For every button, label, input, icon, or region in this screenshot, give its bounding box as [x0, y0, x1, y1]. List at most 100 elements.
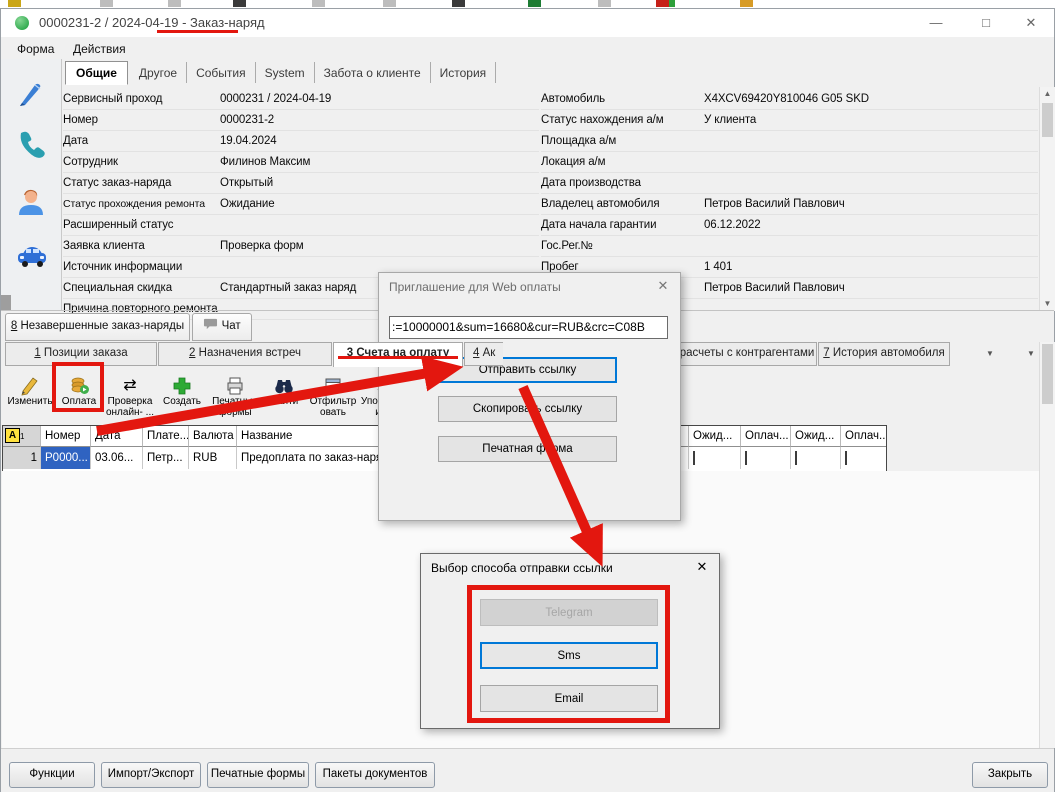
tab-unfinished-orders[interactable]: 8 Незавершенные заказ-наряды	[5, 313, 190, 341]
column-header[interactable]: Номер	[41, 426, 91, 447]
form-field-row: Дата производства	[541, 173, 1038, 194]
column-header[interactable]: Ожид...	[791, 426, 841, 447]
print-forms-button[interactable]: Печатные формы	[209, 375, 261, 421]
tab-invoices[interactable]: 3 Счета на оплату	[333, 342, 463, 367]
cell-payer[interactable]: Петр...	[143, 447, 189, 469]
scroll-down-button[interactable]: ▼	[1040, 297, 1055, 311]
person-icon[interactable]	[16, 187, 46, 222]
column-header[interactable]: Валюта	[189, 426, 237, 447]
chat-icon	[203, 322, 218, 334]
car-icon[interactable]	[16, 241, 48, 276]
checkbox[interactable]	[795, 451, 797, 465]
tab-car-history[interactable]: 7 История автомобиля	[818, 342, 950, 366]
find-button[interactable]: Найти	[264, 375, 304, 421]
field-label: Гос.Рег.№	[541, 236, 704, 256]
checkbox[interactable]	[745, 451, 747, 465]
payment-link-input[interactable]: :=10000001&sum=16680&cur=RUB&crc=C08B	[389, 316, 668, 339]
dialog-close-icon[interactable]: ✕	[693, 559, 711, 575]
tab-obshchie[interactable]: Общие	[65, 61, 128, 85]
pen-icon[interactable]	[16, 79, 46, 114]
field-value[interactable]	[704, 173, 1038, 193]
menu-item-deystviya[interactable]: Действия	[67, 40, 132, 58]
document-packages-button[interactable]: Пакеты документов	[315, 762, 435, 788]
field-value[interactable]: Проверка форм	[220, 236, 539, 256]
background-toolbar-icon	[312, 0, 325, 7]
close-button[interactable]: ✕	[1016, 13, 1046, 33]
cell-paid[interactable]	[841, 447, 886, 469]
tab-overflow-right-icon[interactable]: ▼	[1027, 349, 1035, 358]
sidebar-splitter[interactable]	[1, 295, 11, 310]
field-value[interactable]: Петров Василий Павлович	[704, 194, 1038, 214]
field-value[interactable]: 0000231-2	[220, 110, 539, 130]
phone-icon[interactable]	[16, 129, 48, 166]
scroll-up-button[interactable]: ▲	[1040, 87, 1055, 101]
tab-acts[interactable]: 4 Ак	[464, 342, 503, 366]
cell-date[interactable]: 03.06...	[91, 447, 143, 469]
create-button[interactable]: Создать	[159, 375, 205, 421]
functions-button[interactable]: Функции	[9, 762, 95, 788]
annotation-title-underline	[157, 30, 238, 33]
field-value[interactable]	[704, 131, 1038, 151]
field-value[interactable]: Ожидание	[220, 194, 539, 214]
form-field-row: Дата начала гарантии06.12.2022	[541, 215, 1038, 236]
tab-overflow-left-icon[interactable]: ▼	[986, 349, 994, 358]
checkbox[interactable]	[845, 451, 847, 465]
tab-label: расчеты с контрагентами	[680, 347, 815, 359]
binoculars-icon	[273, 375, 295, 396]
auto-filter-icon: A	[5, 428, 20, 443]
tab-drugoe[interactable]: Другое	[130, 62, 187, 83]
column-header[interactable]: Ожид...	[689, 426, 741, 447]
import-export-button[interactable]: Импорт/Экспорт	[101, 762, 201, 788]
column-header[interactable]: Дата	[91, 426, 143, 447]
field-value[interactable]	[220, 215, 539, 235]
dialog-close-icon[interactable]: ✕	[654, 278, 672, 294]
checkbox[interactable]	[693, 451, 695, 465]
screenshot-stage: 0000231-2 / 2024-04-19 - Заказ-наряд — □…	[0, 0, 1055, 792]
column-header[interactable]: Оплач...	[841, 426, 886, 447]
tab-sobytiya[interactable]: События	[187, 62, 256, 83]
field-value[interactable]: 19.04.2024	[220, 131, 539, 151]
form-field-row: Гос.Рег.№	[541, 236, 1038, 257]
scrollbar-thumb[interactable]	[1042, 103, 1053, 137]
column-header[interactable]: Оплач...	[741, 426, 791, 447]
tab-chat[interactable]: Чат	[192, 313, 252, 341]
cell-currency[interactable]: RUB	[189, 447, 237, 469]
field-value[interactable]: X4XCV69420Y810046 G05 SKD	[704, 89, 1038, 109]
filter-icon	[323, 375, 343, 396]
field-value[interactable]: У клиента	[704, 110, 1038, 130]
field-value[interactable]: Филинов Максим	[220, 152, 539, 172]
table-corner-cell[interactable]: A1	[3, 426, 41, 447]
edit-button[interactable]: Изменить	[7, 375, 53, 421]
form-scrollbar[interactable]: ▲ ▼	[1039, 87, 1055, 311]
tab-system[interactable]: System	[256, 62, 315, 83]
cell-expected[interactable]	[791, 447, 841, 469]
cell-number[interactable]: P0000...	[41, 447, 91, 469]
scrollbar-thumb[interactable]	[1042, 344, 1053, 404]
online-check-button[interactable]: ⇄ Проверка онлайн- ...	[105, 375, 155, 421]
tab-istoriya[interactable]: История	[431, 62, 497, 83]
form-field-row: Расширенный статус	[63, 215, 539, 236]
copy-link-button[interactable]: Скопировать ссылку	[438, 396, 617, 422]
menu-item-forma[interactable]: Форма	[11, 40, 60, 58]
field-value[interactable]	[704, 152, 1038, 172]
dialog-title: Приглашение для Web оплаты	[389, 280, 561, 294]
field-value[interactable]: Открытый	[220, 173, 539, 193]
close-form-button[interactable]: Закрыть	[972, 762, 1048, 788]
list-scrollbar[interactable]	[1039, 342, 1055, 748]
tab-counterparty-settlements[interactable]: расчеты с контрагентами	[677, 342, 817, 366]
cell-expected[interactable]	[689, 447, 741, 469]
column-header[interactable]: Плате...	[143, 426, 189, 447]
filter-button[interactable]: Отфильтровать	[307, 375, 359, 421]
maximize-button[interactable]: □	[971, 13, 1001, 33]
tab-zabota-o-kliente[interactable]: Забота о клиенте	[315, 62, 431, 83]
field-value[interactable]: Петров Василий Павлович	[704, 278, 1038, 298]
cell-paid[interactable]	[741, 447, 791, 469]
tab-appointments[interactable]: 2 Назначения встреч	[158, 342, 332, 366]
minimize-button[interactable]: —	[921, 13, 951, 33]
print-forms-footer-button[interactable]: Печатные формы	[207, 762, 309, 788]
field-value[interactable]	[704, 236, 1038, 256]
field-value[interactable]: 06.12.2022	[704, 215, 1038, 235]
field-value[interactable]: 1 401	[704, 257, 1038, 277]
print-form-button[interactable]: Печатная форма	[438, 436, 617, 462]
field-value[interactable]: 0000231 / 2024-04-19	[220, 89, 539, 109]
